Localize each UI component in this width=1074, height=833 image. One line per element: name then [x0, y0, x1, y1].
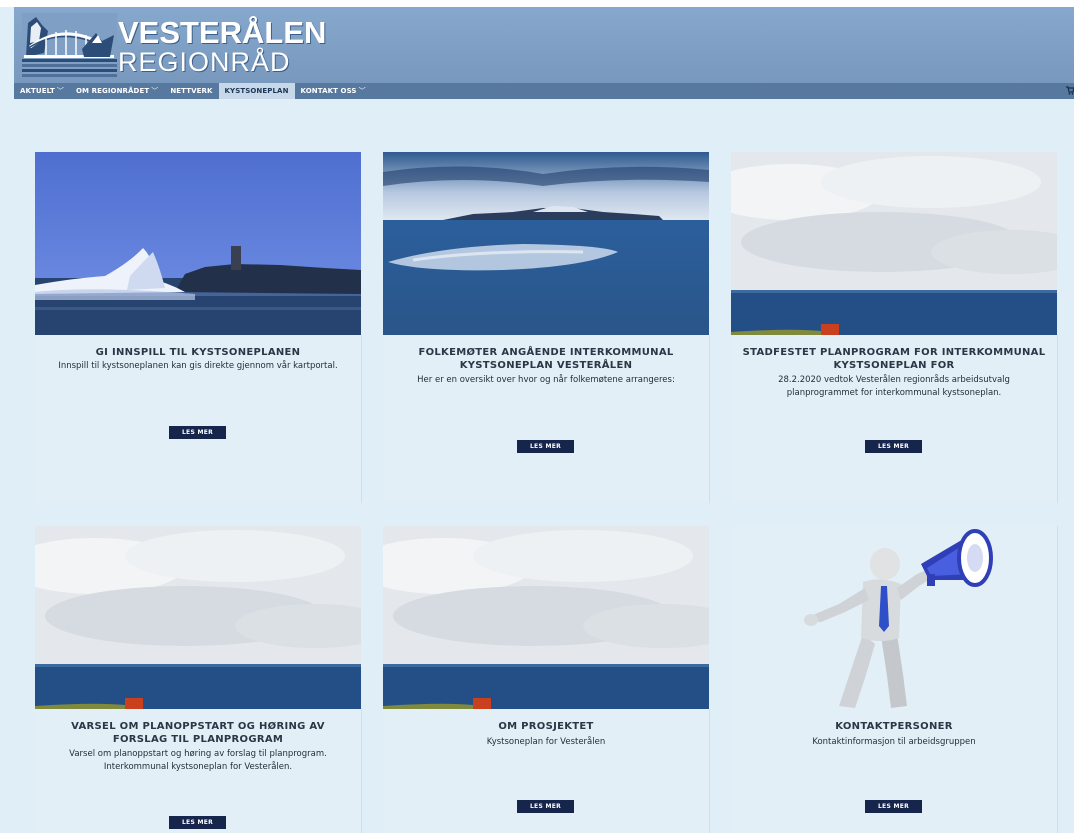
- les-mer-button[interactable]: LES MER: [865, 800, 922, 813]
- card-title: GI INNSPILL TIL KYSTSONEPLANEN: [95, 347, 301, 358]
- card-description: Varsel om planoppstart og høring av fors…: [69, 749, 327, 772]
- chevron-down-icon: ﹀: [358, 87, 366, 95]
- wave-on-rock-image[interactable]: [35, 152, 361, 335]
- cloudy-sea-image[interactable]: [35, 526, 361, 709]
- les-mer-button[interactable]: LES MER: [517, 800, 574, 813]
- chevron-down-icon: ﹀: [151, 87, 159, 95]
- card-divider: [1057, 526, 1058, 833]
- card-stadfestet: STADFESTET PLANPROGRAM FOR INTERKOMMUNAL…: [731, 152, 1057, 502]
- les-mer-button[interactable]: LES MER: [169, 816, 226, 829]
- card-divider: [361, 709, 362, 833]
- card-description: Kystsoneplan for Vesterålen: [486, 737, 606, 747]
- main-nav: AKTUELT ﹀ OM REGIONRÅDET ﹀ NETTVERK KYST…: [14, 83, 1074, 99]
- card-divider: [709, 335, 710, 503]
- card-description: 28.2.2020 vedtok Vesterålen regionråds a…: [778, 375, 1010, 398]
- cloudy-sea-image[interactable]: [731, 152, 1057, 335]
- bridge-logo-icon[interactable]: [22, 13, 117, 77]
- card-description: Kontaktinformasjon til arbeidsgruppen: [812, 737, 976, 747]
- card-description: Her er en oversikt over hvor og når folk…: [417, 375, 675, 385]
- les-mer-button[interactable]: LES MER: [169, 426, 226, 439]
- card-om-prosjektet: OM PROSJEKTET Kystsoneplan for Vesteråle…: [383, 526, 709, 833]
- nav-item-aktuelt[interactable]: AKTUELT ﹀: [14, 83, 70, 99]
- nav-item-label: KONTAKT OSS: [300, 87, 357, 95]
- nav-item-kystsoneplan[interactable]: KYSTSONEPLAN: [218, 83, 295, 99]
- cart-icon[interactable]: [1066, 86, 1074, 95]
- logo-title: VESTERÅLEN: [118, 15, 327, 50]
- card-varsel: VARSEL OM PLANOPPSTART OG HØRING AV FORS…: [35, 526, 361, 833]
- nav-item-nettverk[interactable]: NETTVERK: [164, 83, 218, 99]
- nav-item-label: OM REGIONRÅDET: [75, 87, 150, 95]
- card-divider: [361, 335, 362, 503]
- card-divider: [709, 709, 710, 833]
- card-title: OM PROSJEKTET: [498, 721, 594, 732]
- sea-with-islands-image[interactable]: [383, 152, 709, 335]
- card-title: KONTAKTPERSONER: [835, 721, 953, 732]
- card-title: STADFESTET PLANPROGRAM FOR INTERKOMMUNAL…: [742, 347, 1046, 371]
- card-title: VARSEL OM PLANOPPSTART OG HØRING AV FORS…: [71, 721, 325, 745]
- logo-subtitle: REGIONRÅD: [118, 47, 291, 77]
- les-mer-button[interactable]: LES MER: [865, 440, 922, 453]
- site-logo-text[interactable]: VESTERÅLEN REGIONRÅD: [118, 17, 326, 76]
- card-kontaktpersoner: KONTAKTPERSONER Kontaktinformasjon til a…: [731, 526, 1057, 833]
- megaphone-figure-image[interactable]: [731, 526, 1057, 709]
- card-folkemoter: FOLKEMØTER ANGÅENDE INTERKOMMUNAL KYSTSO…: [383, 152, 709, 502]
- card-gi-innspill: GI INNSPILL TIL KYSTSONEPLANEN Innspill …: [35, 152, 361, 502]
- nav-item-om-regionradet[interactable]: OM REGIONRÅDET ﹀: [70, 83, 164, 99]
- site-header: VESTERÅLEN REGIONRÅD: [14, 7, 1074, 83]
- les-mer-button[interactable]: LES MER: [517, 440, 574, 453]
- chevron-down-icon: ﹀: [56, 87, 64, 95]
- nav-item-label: KYSTSONEPLAN: [224, 87, 289, 95]
- nav-item-label: NETTVERK: [170, 87, 213, 95]
- cloudy-sea-image[interactable]: [383, 526, 709, 709]
- card-title: FOLKEMØTER ANGÅENDE INTERKOMMUNAL KYSTSO…: [418, 347, 674, 371]
- card-description: Innspill til kystsoneplanen kan gis dire…: [58, 361, 338, 371]
- nav-item-kontakt-oss[interactable]: KONTAKT OSS ﹀: [295, 83, 372, 99]
- card-divider: [1057, 335, 1058, 503]
- nav-item-label: AKTUELT: [20, 87, 55, 95]
- top-strip: [0, 0, 1074, 7]
